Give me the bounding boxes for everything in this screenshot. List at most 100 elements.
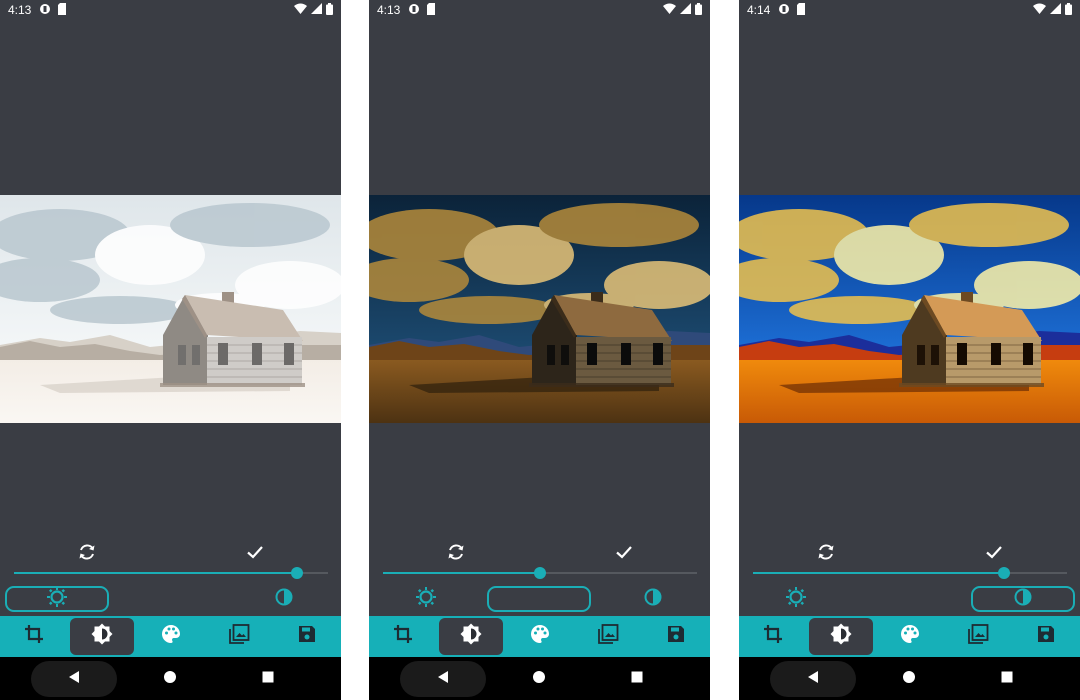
cell-signal-icon: [1050, 3, 1061, 17]
adjust-brightness-option[interactable]: [374, 586, 478, 612]
nav-home-button[interactable]: [499, 661, 579, 697]
tool-crop-button[interactable]: [371, 618, 435, 655]
check-icon[interactable]: [983, 541, 1005, 563]
reset-icon[interactable]: [76, 541, 98, 563]
tool-save-button[interactable]: [275, 618, 339, 655]
status-time: 4:13: [8, 3, 32, 17]
save-icon: [296, 623, 318, 650]
action-row: [0, 541, 341, 563]
moon-icon: [159, 586, 181, 613]
adjust-darkness-option[interactable]: [487, 586, 591, 612]
slider-thumb[interactable]: [290, 567, 303, 579]
adjust-darkness-option[interactable]: [857, 586, 961, 612]
adjustment-slider[interactable]: [383, 566, 697, 580]
editor-toolbar: [369, 616, 710, 657]
status-bar: 4:13: [369, 0, 710, 20]
nav-back-button[interactable]: [400, 661, 486, 697]
phone-screen-2: 4:13: [369, 0, 710, 700]
gallery-icon: [228, 623, 250, 650]
slider-fill: [14, 572, 297, 574]
palette-icon: [899, 623, 921, 650]
wifi-icon: [1033, 3, 1046, 17]
save-icon: [1035, 623, 1057, 650]
wifi-icon: [663, 3, 676, 17]
tool-brightness-contrast-button[interactable]: [70, 618, 134, 655]
moon-icon: [898, 586, 920, 613]
data-saver-icon: [408, 3, 420, 18]
tool-crop-button[interactable]: [2, 618, 66, 655]
contrast-icon: [273, 586, 295, 613]
slider-thumb[interactable]: [534, 567, 546, 579]
adjustment-options: [369, 586, 710, 612]
tool-palette-button[interactable]: [878, 618, 942, 655]
adjust-contrast-option[interactable]: [232, 586, 336, 612]
nav-recents-button[interactable]: [228, 661, 308, 697]
tool-save-button[interactable]: [1014, 618, 1078, 655]
adjust-brightness-option[interactable]: [744, 586, 848, 612]
gallery-icon: [967, 623, 989, 650]
battery-icon: [695, 2, 702, 18]
tool-crop-button[interactable]: [741, 618, 805, 655]
tool-gallery-button[interactable]: [207, 618, 271, 655]
adjustment-slider[interactable]: [753, 566, 1067, 580]
navigation-bar: [0, 657, 341, 700]
cell-signal-icon: [311, 3, 322, 17]
status-time: 4:14: [747, 3, 771, 17]
editor-toolbar: [0, 616, 341, 657]
adjustment-options: [0, 586, 341, 612]
cell-signal-icon: [680, 3, 691, 17]
tool-save-button[interactable]: [644, 618, 708, 655]
tool-brightness-contrast-button[interactable]: [439, 618, 503, 655]
home-icon: [163, 670, 177, 689]
edited-photo: [369, 195, 710, 423]
tool-gallery-button[interactable]: [946, 618, 1010, 655]
edited-photo: [0, 195, 341, 423]
adjust-brightness-option[interactable]: [5, 586, 109, 612]
battery-icon: [326, 2, 333, 18]
adjustment-slider[interactable]: [14, 566, 328, 580]
palette-icon: [160, 623, 182, 650]
crop-icon: [23, 623, 45, 650]
back-icon: [806, 670, 820, 689]
check-icon[interactable]: [613, 541, 635, 563]
reset-icon[interactable]: [815, 541, 837, 563]
check-icon[interactable]: [244, 541, 266, 563]
moon-icon: [528, 586, 550, 613]
nav-home-button[interactable]: [869, 661, 949, 697]
slider-thumb[interactable]: [998, 567, 1011, 579]
back-icon: [67, 670, 81, 689]
recents-icon: [1000, 670, 1014, 689]
crop-icon: [392, 623, 414, 650]
editor-toolbar: [739, 616, 1080, 657]
nav-recents-button[interactable]: [967, 661, 1047, 697]
tool-brightness-contrast-button[interactable]: [809, 618, 873, 655]
nav-back-button[interactable]: [770, 661, 856, 697]
slider-fill: [383, 572, 540, 574]
edited-photo: [739, 195, 1080, 423]
wifi-icon: [294, 3, 307, 17]
brightness-icon: [46, 586, 68, 613]
reset-icon[interactable]: [445, 541, 467, 563]
home-icon: [532, 670, 546, 689]
slider-fill: [753, 572, 1005, 574]
adjustment-options: [739, 586, 1080, 612]
crop-icon: [762, 623, 784, 650]
gallery-icon: [597, 623, 619, 650]
tool-palette-button[interactable]: [139, 618, 203, 655]
contrast-icon: [642, 586, 664, 613]
brightness-contrast-icon: [459, 622, 483, 651]
nav-home-button[interactable]: [130, 661, 210, 697]
status-bar: 4:13: [0, 0, 341, 20]
save-icon: [665, 623, 687, 650]
adjust-contrast-option[interactable]: [971, 586, 1075, 612]
adjust-darkness-option[interactable]: [118, 586, 222, 612]
tool-palette-button[interactable]: [508, 618, 572, 655]
home-icon: [902, 670, 916, 689]
palette-icon: [529, 623, 551, 650]
navigation-bar: [369, 657, 710, 700]
nav-back-button[interactable]: [31, 661, 117, 697]
data-saver-icon: [778, 3, 790, 18]
tool-gallery-button[interactable]: [576, 618, 640, 655]
adjust-contrast-option[interactable]: [601, 586, 705, 612]
nav-recents-button[interactable]: [597, 661, 677, 697]
